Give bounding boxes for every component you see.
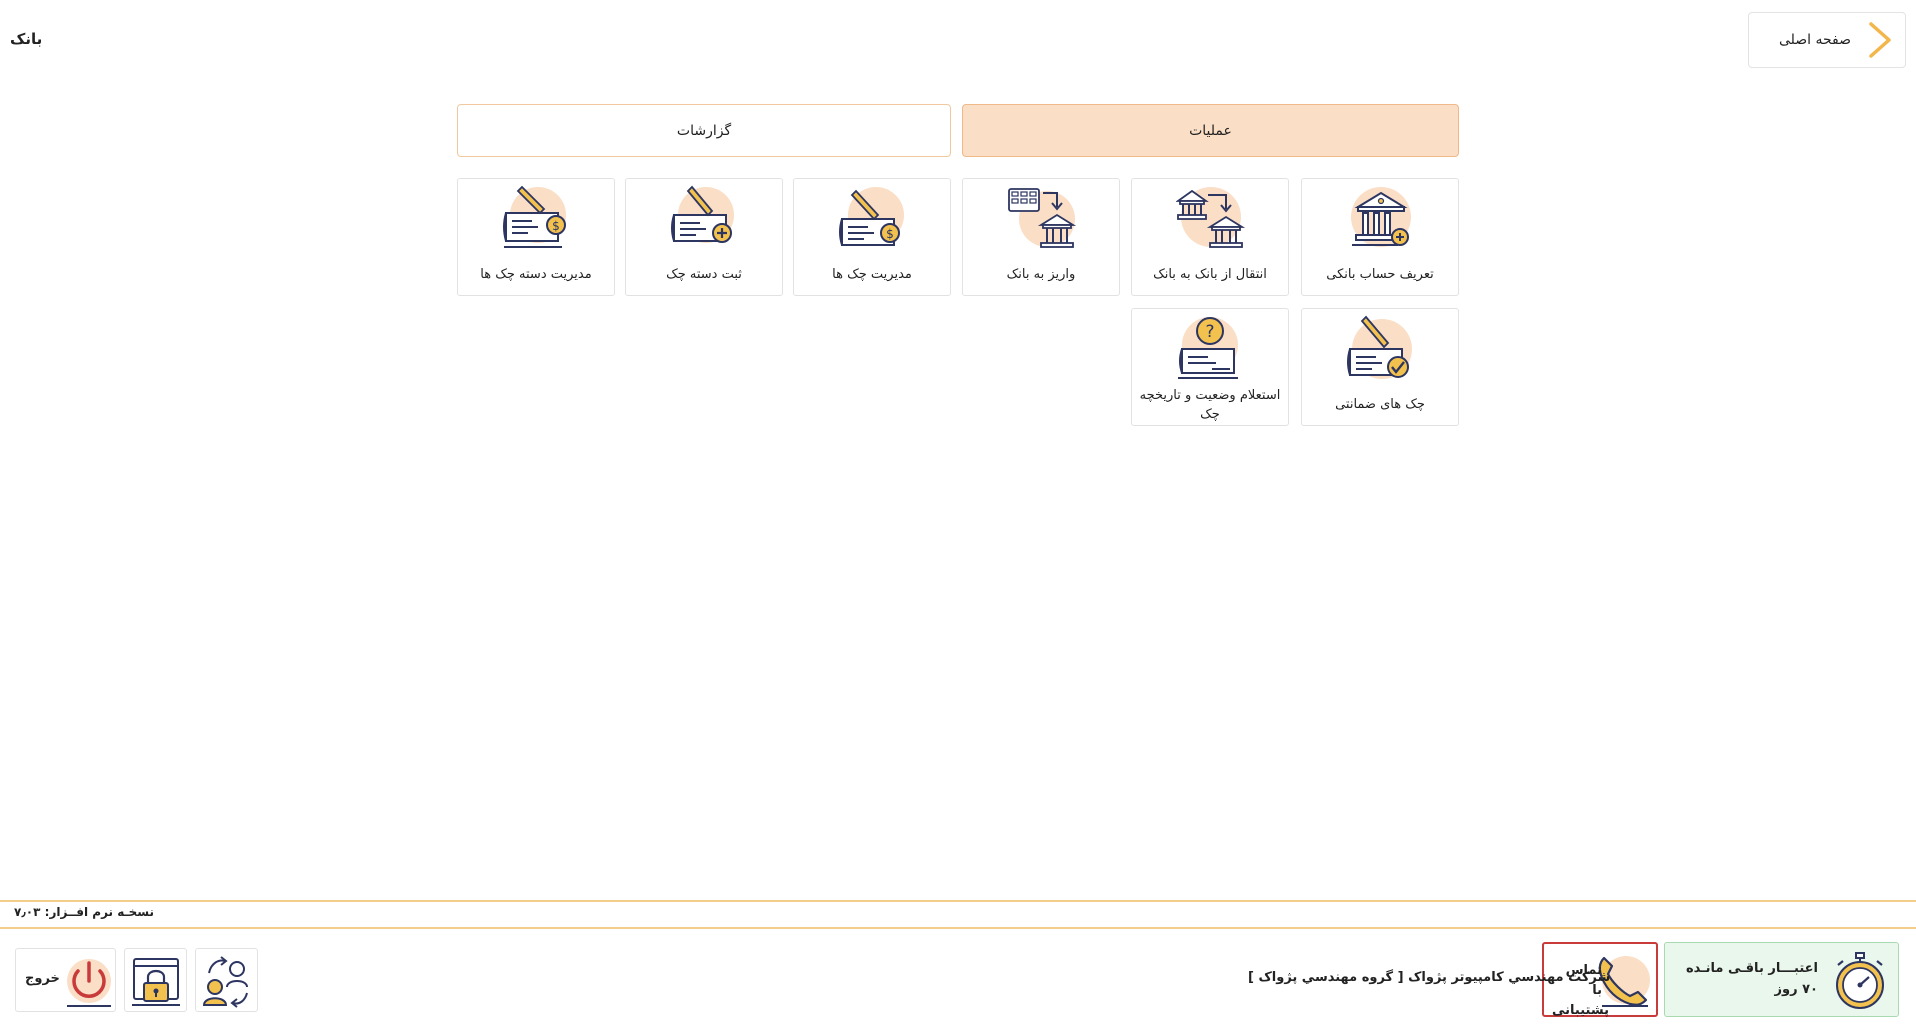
tile-check-inquiry[interactable]: ? استعلام وضعیت و تاریخچه چک [1131, 308, 1289, 426]
software-version: نسخـه نرم افــزار: ۷٫۰۳ [14, 905, 154, 919]
switch-user-button[interactable] [195, 948, 258, 1012]
home-button[interactable]: صفحه اصلی [1748, 12, 1906, 68]
svg-text:?: ? [1205, 322, 1214, 342]
bank-add-icon [1351, 187, 1411, 247]
chevron-right-icon [1869, 22, 1891, 58]
power-icon [67, 959, 111, 1007]
bank-transfer-icon [1176, 187, 1246, 248]
tile-label: چک های ضمانتی [1335, 397, 1425, 412]
page-title: بانک [10, 30, 43, 48]
tile-bank-to-bank-transfer[interactable]: انتقال از بانک به بانک [1131, 178, 1289, 296]
tile-label: مدیریت چک ها [832, 267, 912, 282]
footer-divider-bottom [0, 927, 1916, 929]
credit-days: ۷۰ روز [1774, 982, 1818, 997]
switch-user-icon [202, 956, 248, 1008]
tile-define-bank-account[interactable]: تعریف حساب بانکی [1301, 178, 1459, 296]
tile-deposit-to-bank[interactable]: واریز به بانک [962, 178, 1120, 296]
tab-reports[interactable]: گزارشات [457, 104, 951, 157]
check-dollar-icon: $ [839, 187, 904, 246]
svg-text:$: $ [552, 219, 560, 233]
tile-label: انتقال از بانک به بانک [1153, 267, 1267, 282]
svg-text:$: $ [886, 227, 894, 241]
credit-label: اعتبـــار باقـی مانـده [1685, 961, 1818, 976]
check-approved-icon [1347, 315, 1412, 379]
footer-divider-top [0, 900, 1916, 902]
tile-label: تعریف حساب بانکی [1326, 267, 1434, 282]
checkbook-dollar-icon: $ [503, 185, 566, 248]
exit-button[interactable]: خروج [15, 948, 116, 1012]
remaining-credit-panel: اعتبـــار باقـی مانـده ۷۰ روز [1664, 942, 1899, 1017]
tile-manage-checkbooks[interactable]: $ مدیریت دسته چک ها [457, 178, 615, 296]
tile-label: واریز به بانک [1006, 267, 1076, 282]
tile-label: استعلام وضعیت و تاریخچه چک [1139, 388, 1281, 422]
stopwatch-icon [1836, 952, 1884, 1009]
check-inquiry-icon: ? [1178, 317, 1238, 379]
tile-label: مدیریت دسته چک ها [480, 267, 592, 282]
tile-manage-checks[interactable]: $ مدیریت چک ها [793, 178, 951, 296]
exit-label: خروج [25, 971, 60, 986]
tab-operations[interactable]: عملیات [962, 104, 1459, 157]
tile-register-checkbook[interactable]: ثبت دسته چک [625, 178, 783, 296]
cash-deposit-bank-icon [1008, 188, 1077, 248]
check-add-icon [671, 185, 734, 243]
tile-label: ثبت دسته چک [666, 267, 742, 282]
lock-screen-button[interactable] [124, 948, 187, 1012]
lock-window-icon [132, 958, 180, 1006]
company-name: شرکت مهندسي کامپیوتر پژواک [ گروه مهندسي… [1248, 970, 1611, 985]
tile-guarantee-checks[interactable]: چک های ضمانتی [1301, 308, 1459, 426]
home-button-label: صفحه اصلی [1778, 32, 1851, 48]
